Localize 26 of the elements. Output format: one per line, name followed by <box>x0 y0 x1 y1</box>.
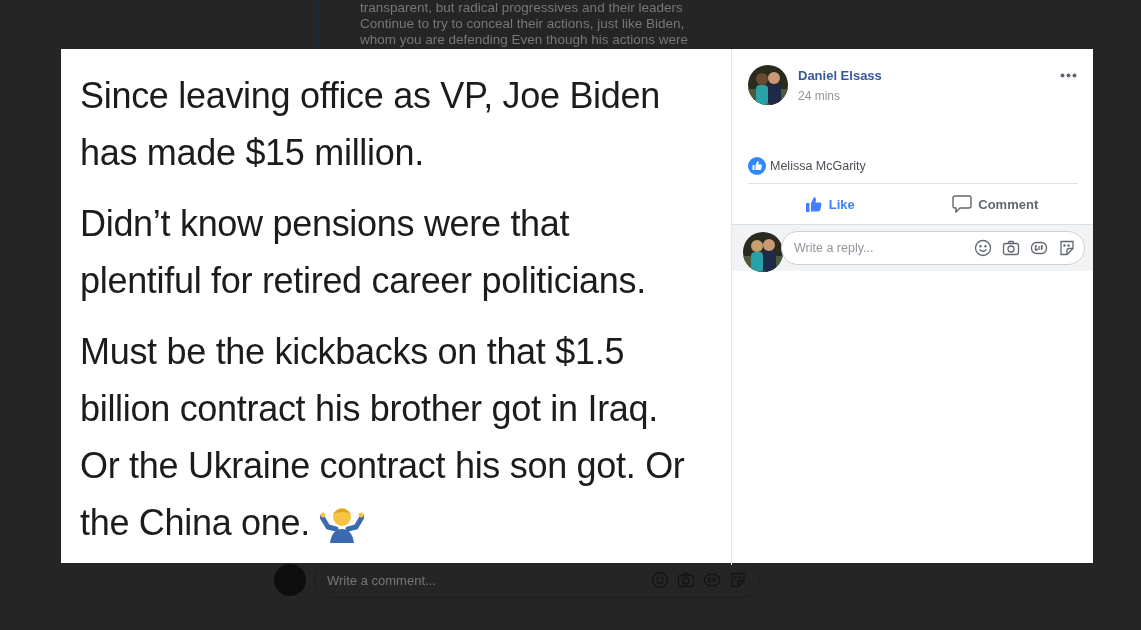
photo-text: Must be the kickbacks on that $1.5 <box>80 330 625 374</box>
post-text: whom you are defending Even though his actions were <box>360 32 689 48</box>
like-button[interactable]: Like <box>747 184 913 224</box>
thumbs-up-icon <box>804 195 823 213</box>
sticker-icon[interactable] <box>1058 239 1076 257</box>
speech-bubble-icon <box>952 195 973 213</box>
like-icon <box>748 157 766 175</box>
avatar <box>274 564 306 596</box>
photo-text: has made $15 million. <box>80 131 424 175</box>
photo-text: the China one. <box>80 501 310 545</box>
comment-button[interactable]: Comment <box>912 184 1078 224</box>
photo-text: Or the Ukraine contract his son got. Or <box>80 444 685 488</box>
post-time[interactable]: 24 mins <box>798 89 1050 103</box>
photo-text: Since leaving office as VP, Joe Biden <box>80 74 660 118</box>
photo-text: Didn’t know pensions were that <box>80 202 570 246</box>
photo-text: plentiful for retired career politicians. <box>80 259 646 303</box>
gif-icon[interactable] <box>1030 239 1048 257</box>
camera-icon[interactable] <box>1002 239 1020 257</box>
photo-text: billion contract his brother got in Iraq. <box>80 387 658 431</box>
reaction-names[interactable]: Melissa McGarity <box>770 159 866 173</box>
author-name[interactable]: Daniel Elsass <box>798 68 1050 83</box>
emoji-icon[interactable] <box>974 239 992 257</box>
post-text: transparent, but radical progressives and their leaders <box>360 0 684 16</box>
more-icon[interactable] <box>1060 73 1077 78</box>
post-text: Continue to try to conceal their actions, just like Biden, <box>360 16 686 32</box>
reply-field[interactable]: Write a reply... <box>781 231 1085 265</box>
